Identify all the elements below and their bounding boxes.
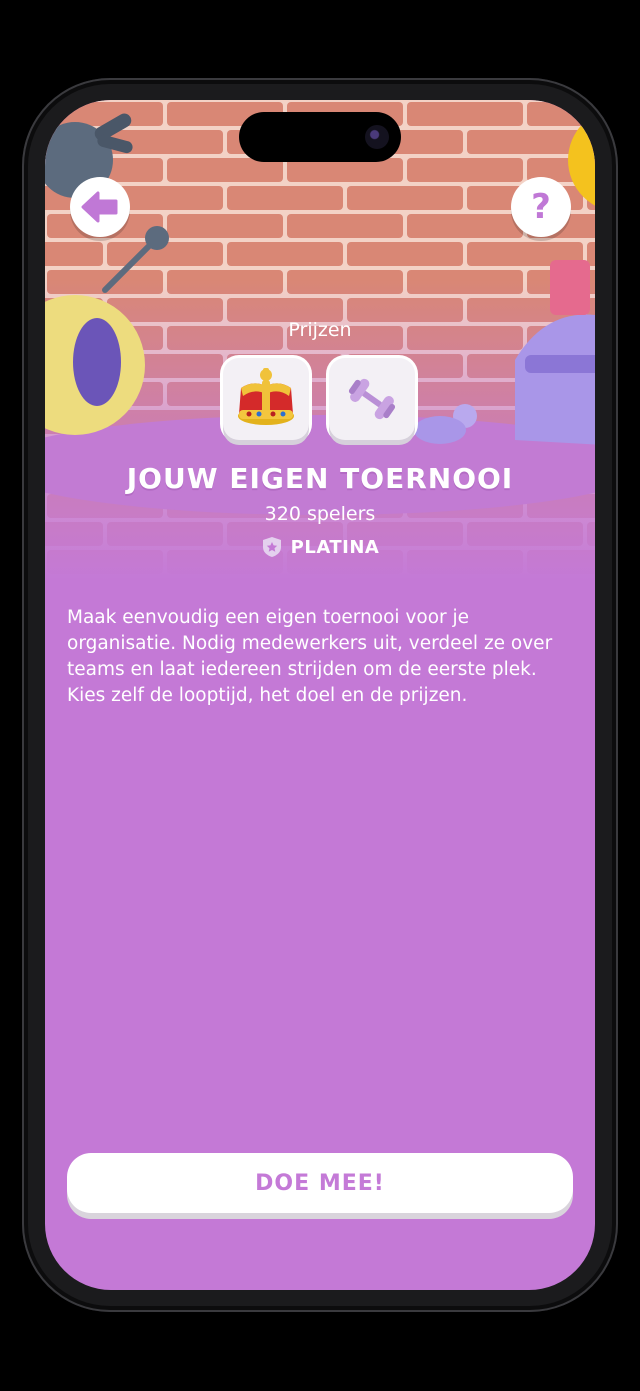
dynamic-island [239, 112, 401, 162]
join-button-label: DOE MEE! [255, 1170, 385, 1196]
app-screen: ? Prijzen JOUW EIGEN TOERNOOI 320 speler… [45, 100, 595, 1290]
join-button[interactable]: DOE MEE! [67, 1153, 573, 1213]
tournament-description: Maak eenvoudig een eigen toernooi voor j… [67, 606, 553, 706]
level-label: PLATINA [290, 536, 380, 558]
arrow-left-icon [81, 191, 118, 223]
shield-star-icon [262, 537, 281, 557]
crown-icon [238, 368, 294, 425]
prize-crown[interactable] [223, 358, 309, 440]
tournament-title: JOUW EIGEN TOERNOOI [126, 462, 514, 495]
prize-dumbbell[interactable] [329, 358, 415, 440]
back-button[interactable] [70, 177, 130, 237]
prizes-label: Prijzen [288, 319, 352, 341]
question-mark-icon: ? [531, 187, 551, 227]
camera-icon [365, 125, 389, 149]
dumbbell-icon [348, 378, 396, 420]
player-count: 320 spelers [264, 503, 376, 525]
level-badge: PLATINA [45, 536, 595, 558]
help-button[interactable]: ? [511, 177, 571, 237]
